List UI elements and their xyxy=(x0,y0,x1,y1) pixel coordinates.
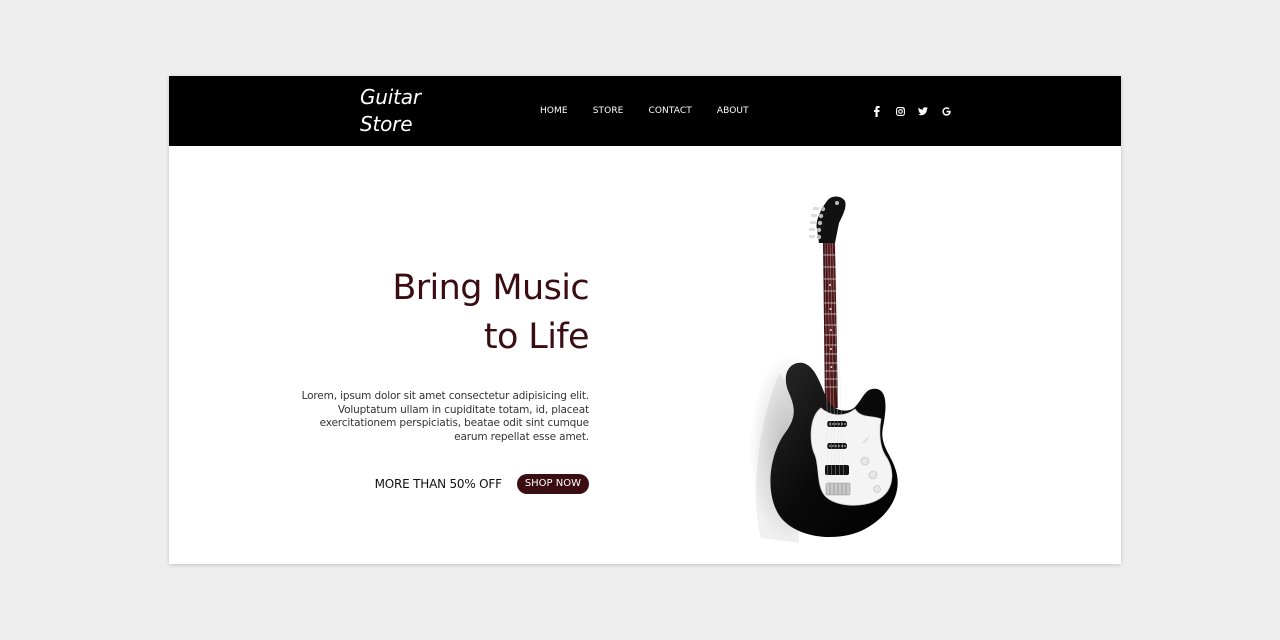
nav-contact[interactable]: CONTACT xyxy=(648,104,691,118)
hero-title-line-2: to Life xyxy=(483,317,590,357)
hero-description: Lorem, ipsum dolor sit amet consectetur … xyxy=(301,390,590,443)
brand-logo[interactable]: Guitar Store xyxy=(360,84,421,138)
nav-home[interactable]: HOME xyxy=(540,104,568,118)
guitar-image xyxy=(749,196,898,543)
brand-line-2: Store xyxy=(360,112,413,136)
promo-row: MORE THAN 50% OFF SHOP NOW xyxy=(375,474,589,494)
discount-text: MORE THAN 50% OFF xyxy=(374,477,502,491)
social-links xyxy=(872,104,951,118)
twitter-icon[interactable] xyxy=(918,105,928,117)
hero-title-line-1: Bring Music xyxy=(392,268,589,308)
nav-about[interactable]: ABOUT xyxy=(717,104,749,118)
google-icon[interactable] xyxy=(941,105,951,117)
facebook-icon[interactable] xyxy=(872,105,882,117)
page-card: Guitar Store HOME STORE CONTACT ABOUT Br… xyxy=(169,76,1121,564)
instagram-icon[interactable] xyxy=(895,105,905,117)
hero-title: Bring Music to Life xyxy=(249,264,589,362)
site-header: Guitar Store HOME STORE CONTACT ABOUT xyxy=(169,76,1121,146)
brand-line-1: Guitar xyxy=(360,85,421,109)
shop-now-button[interactable]: SHOP NOW xyxy=(516,474,589,494)
nav-store[interactable]: STORE xyxy=(593,104,624,118)
main-nav: HOME STORE CONTACT ABOUT xyxy=(540,104,749,118)
